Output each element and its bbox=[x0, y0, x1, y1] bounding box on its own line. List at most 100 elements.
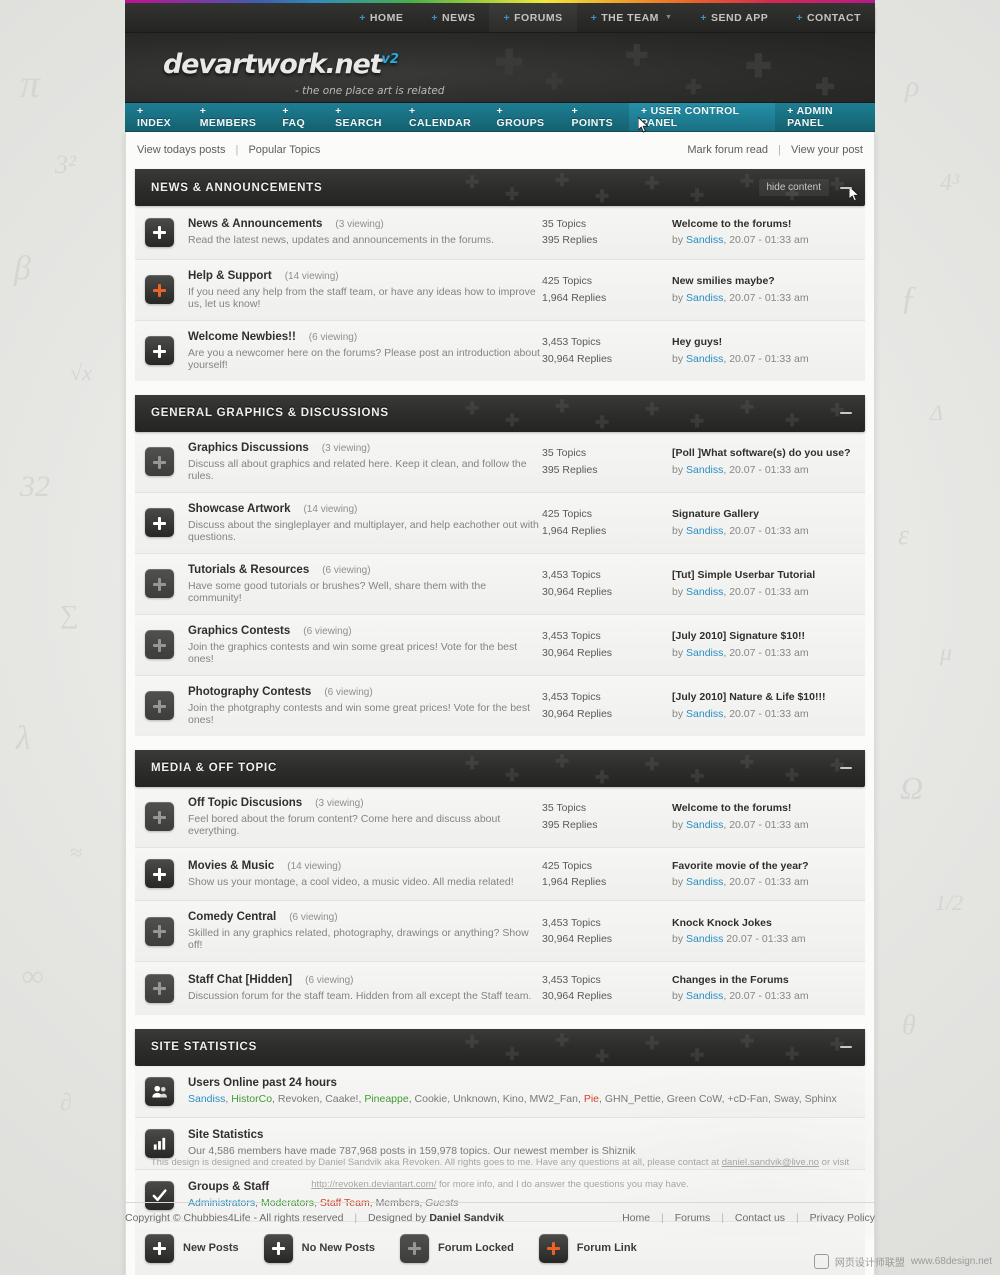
collapse-icon[interactable] bbox=[839, 761, 853, 775]
collapse-icon[interactable] bbox=[839, 1040, 853, 1054]
last-post-author[interactable]: Sandiss bbox=[686, 876, 723, 888]
forum-row[interactable]: Photography Contests (6 viewing) Join the… bbox=[135, 675, 865, 736]
user-link[interactable]: Pie bbox=[584, 1093, 599, 1105]
last-post-title[interactable]: Changes in the Forums bbox=[672, 972, 857, 988]
last-post-author[interactable]: Sandiss bbox=[686, 525, 723, 537]
forum-status-icon-forum-locked[interactable] bbox=[145, 630, 174, 660]
forum-status-icon-forum-link[interactable] bbox=[145, 275, 174, 305]
forum-row[interactable]: Showcase Artwork (14 viewing) Discuss abo… bbox=[135, 492, 865, 554]
topnav-item[interactable]: + SEND APP bbox=[686, 3, 782, 32]
forum-name[interactable]: Staff Chat [Hidden] bbox=[188, 974, 292, 986]
footer-link-forums[interactable]: Forums bbox=[675, 1212, 711, 1224]
forum-row[interactable]: Off Topic Discusions (3 viewing) Feel bor… bbox=[135, 786, 865, 848]
view-your-post-link[interactable]: View your post bbox=[791, 144, 863, 156]
forum-row[interactable]: Graphics Discussions (3 viewing) Discuss … bbox=[135, 431, 865, 493]
forum-status-icon-new-posts[interactable] bbox=[145, 859, 174, 889]
user-link[interactable]: Green CoW bbox=[667, 1093, 722, 1105]
collapse-icon[interactable] bbox=[839, 406, 853, 420]
forum-row[interactable]: Staff Chat [Hidden] (6 viewing) Discussio… bbox=[135, 962, 865, 1015]
forum-row[interactable]: Tutorials & Resources (6 viewing) Have so… bbox=[135, 553, 865, 615]
last-post-title[interactable]: Hey guys! bbox=[672, 334, 857, 350]
forum-row[interactable]: Comedy Central (6 viewing) Skilled in any… bbox=[135, 901, 865, 963]
user-link[interactable]: +cD-Fan bbox=[727, 1093, 768, 1105]
user-link[interactable]: Unknown bbox=[453, 1093, 497, 1105]
topnav-item-the-team[interactable]: + THE TEAM ▼ bbox=[577, 3, 687, 32]
last-post-title[interactable]: New smilies maybe? bbox=[672, 273, 857, 289]
last-post-title[interactable]: [July 2010] Signature $10!! bbox=[672, 628, 857, 644]
subnav-item-search[interactable]: + SEARCH bbox=[323, 103, 397, 131]
forum-status-icon-new-posts[interactable] bbox=[145, 217, 174, 247]
user-link[interactable]: Caake! bbox=[325, 1093, 358, 1105]
popular-topics-link[interactable]: Popular Topics bbox=[248, 144, 320, 156]
user-link[interactable]: Revoken bbox=[278, 1093, 319, 1105]
forum-name[interactable]: Showcase Artwork bbox=[188, 503, 290, 515]
footer-email-link[interactable]: daniel.sandvik@live.no bbox=[722, 1157, 819, 1168]
forum-status-icon-forum-locked[interactable] bbox=[145, 916, 174, 946]
forum-name[interactable]: Help & Support bbox=[188, 270, 272, 282]
user-link[interactable]: Cookie bbox=[415, 1093, 448, 1105]
forum-status-icon-new-posts[interactable] bbox=[145, 508, 174, 538]
footer-link-home[interactable]: Home bbox=[622, 1212, 650, 1224]
forum-status-icon-forum-locked[interactable] bbox=[145, 802, 174, 832]
last-post-author[interactable]: Sandiss bbox=[686, 464, 723, 476]
user-link[interactable]: MW2_Fan bbox=[530, 1093, 578, 1105]
forum-name[interactable]: Movies & Music bbox=[188, 860, 274, 872]
last-post-title[interactable]: Welcome to the forums! bbox=[672, 800, 857, 816]
forum-name[interactable]: Tutorials & Resources bbox=[188, 564, 309, 576]
last-post-title[interactable]: [Poll ]What software(s) do you use? bbox=[672, 445, 857, 461]
last-post-title[interactable]: [July 2010] Nature & Life $10!!! bbox=[672, 689, 857, 705]
footer-link-privacy-policy[interactable]: Privacy Policy bbox=[810, 1212, 875, 1224]
forum-name[interactable]: Welcome Newbies!! bbox=[188, 331, 296, 343]
forum-status-icon-forum-locked[interactable] bbox=[145, 569, 174, 599]
last-post-author[interactable]: Sandiss bbox=[686, 292, 723, 304]
subnav-item-calendar[interactable]: + CALENDAR bbox=[397, 103, 485, 131]
site-logo[interactable]: devartwork.netv2 bbox=[163, 49, 399, 80]
user-link[interactable]: Sway bbox=[774, 1093, 799, 1105]
last-post-title[interactable]: [Tut] Simple Userbar Tutorial bbox=[672, 567, 857, 583]
topnav-item[interactable]: + HOME bbox=[345, 3, 417, 32]
topnav-item[interactable]: + NEWS bbox=[417, 3, 489, 32]
last-post-author[interactable]: Sandiss bbox=[686, 586, 723, 598]
subnav-item-members[interactable]: + MEMBERS bbox=[188, 103, 271, 131]
forum-status-icon-forum-locked[interactable] bbox=[145, 973, 174, 1003]
collapse-icon[interactable] bbox=[839, 181, 853, 195]
view-todays-posts-link[interactable]: View todays posts bbox=[137, 144, 225, 156]
last-post-author[interactable]: Sandiss bbox=[686, 353, 723, 365]
forum-status-icon-new-posts[interactable] bbox=[145, 336, 174, 366]
user-link[interactable]: Sphinx bbox=[805, 1093, 837, 1105]
last-post-title[interactable]: Favorite movie of the year? bbox=[672, 858, 857, 874]
forum-row[interactable]: Welcome Newbies!! (6 viewing) Are you a n… bbox=[135, 320, 865, 381]
user-link[interactable]: HistorCo bbox=[231, 1093, 272, 1105]
forum-name[interactable]: News & Announcements bbox=[188, 218, 322, 230]
hide-content-button[interactable]: hide content bbox=[758, 179, 829, 196]
forum-name[interactable]: Graphics Contests bbox=[188, 625, 290, 637]
forum-row[interactable]: News & Announcements (3 viewing) Read the… bbox=[135, 206, 865, 260]
forum-row[interactable]: Movies & Music (14 viewing) Show us your … bbox=[135, 847, 865, 902]
mark-forum-read-link[interactable]: Mark forum read bbox=[687, 144, 768, 156]
subnav-item-index[interactable]: + INDEX bbox=[125, 103, 188, 131]
subnav-item-points[interactable]: + POINTS bbox=[560, 103, 629, 131]
footer-link-contact-us[interactable]: Contact us bbox=[735, 1212, 785, 1224]
last-post-title[interactable]: Welcome to the forums! bbox=[672, 216, 857, 232]
last-post-author[interactable]: Sandiss bbox=[686, 933, 723, 945]
forum-name[interactable]: Photography Contests bbox=[188, 686, 311, 698]
last-post-author[interactable]: Sandiss bbox=[686, 234, 723, 246]
forum-status-icon-forum-locked[interactable] bbox=[145, 447, 174, 477]
subnav-item-faq[interactable]: + FAQ bbox=[270, 103, 323, 131]
forum-name[interactable]: Graphics Discussions bbox=[188, 442, 309, 454]
last-post-title[interactable]: Signature Gallery bbox=[672, 506, 857, 522]
forum-name[interactable]: Comedy Central bbox=[188, 911, 276, 923]
subnav-item-user-control-panel[interactable]: + USER CONTROL PANEL bbox=[628, 103, 776, 131]
footer-url-link[interactable]: http://revoken.deviantart.com/ bbox=[311, 1179, 436, 1190]
user-link[interactable]: Pineappe bbox=[364, 1093, 408, 1105]
forum-row[interactable]: Help & Support (14 viewing) If you need a… bbox=[135, 259, 865, 321]
subnav-item-groups[interactable]: + GROUPS bbox=[485, 103, 560, 131]
last-post-author[interactable]: Sandiss bbox=[686, 708, 723, 720]
topnav-item-forums[interactable]: + FORUMS bbox=[489, 3, 577, 32]
last-post-author[interactable]: Sandiss bbox=[686, 819, 723, 831]
last-post-title[interactable]: Knock Knock Jokes bbox=[672, 915, 857, 931]
user-link[interactable]: Sandiss bbox=[188, 1093, 225, 1105]
last-post-author[interactable]: Sandiss bbox=[686, 990, 723, 1002]
forum-row[interactable]: Graphics Contests (6 viewing) Join the gr… bbox=[135, 614, 865, 676]
subnav-item-admin-panel[interactable]: + ADMIN PANEL bbox=[775, 103, 875, 131]
